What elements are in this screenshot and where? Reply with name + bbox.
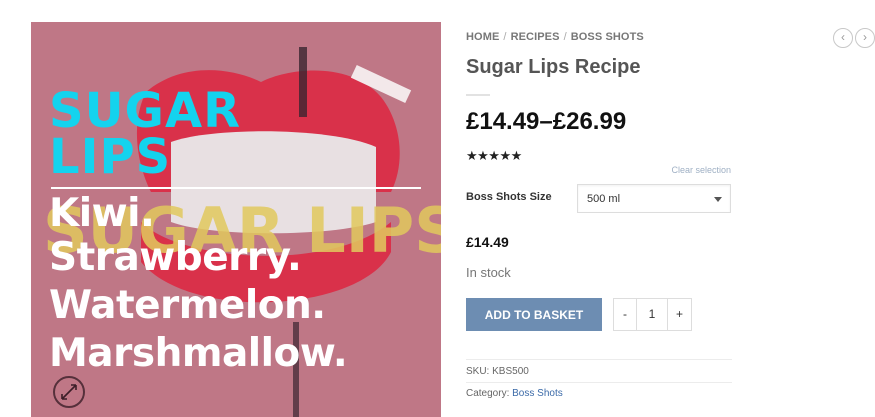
image-title-line1: SUGAR (49, 83, 242, 139)
image-flavor: Marshmallow. (49, 331, 348, 376)
title-divider (466, 94, 490, 96)
quantity-input[interactable]: 1 (636, 298, 668, 331)
product-image[interactable]: SUGAR LIPS SUGAR LIPS Kiwi. Strawberry. … (31, 22, 441, 417)
dot-column-deco (299, 47, 307, 117)
size-select[interactable]: 500 ml (577, 184, 731, 213)
quantity-minus-button[interactable]: - (613, 298, 637, 331)
breadcrumb-separator: / (503, 31, 507, 43)
image-flavor: Kiwi. (49, 191, 155, 236)
chevron-left-icon: ‹ (841, 30, 845, 44)
stock-status: In stock (466, 265, 511, 280)
variation-price: £14.49 (466, 234, 509, 250)
breadcrumb-home[interactable]: HOME (466, 31, 499, 43)
breadcrumb-boss-shots[interactable]: BOSS SHOTS (571, 31, 644, 43)
add-to-basket-button[interactable]: ADD TO BASKET (466, 298, 602, 331)
expand-icon (61, 384, 77, 400)
sku-line: SKU: KBS500 (466, 366, 529, 377)
caret-down-icon (714, 197, 722, 202)
size-select-value: 500 ml (587, 193, 621, 205)
image-divider (51, 187, 421, 189)
clear-selection-link[interactable]: Clear selection (671, 165, 731, 175)
variation-label: Boss Shots Size (466, 191, 552, 203)
meta-divider (466, 382, 732, 383)
sku-label: SKU: (466, 366, 490, 377)
breadcrumb: HOME / RECIPES / BOSS SHOTS (466, 31, 644, 43)
chevron-right-icon: › (863, 30, 867, 44)
quantity-plus-button[interactable]: + (667, 298, 692, 331)
prev-product-button[interactable]: ‹ (833, 28, 853, 48)
meta-divider (466, 359, 732, 360)
image-flavor: Watermelon. (49, 283, 326, 328)
category-line: Category: Boss Shots (466, 388, 563, 399)
category-label: Category: (466, 388, 510, 399)
image-flavor: Strawberry. (49, 235, 302, 280)
price-range: £14.49–£26.99 (466, 108, 627, 135)
category-link[interactable]: Boss Shots (512, 388, 563, 399)
image-title-line2: LIPS (49, 129, 172, 185)
sku-value: KBS500 (492, 366, 529, 377)
star-rating[interactable]: ★★★★★ (466, 148, 522, 164)
breadcrumb-recipes[interactable]: RECIPES (511, 31, 560, 43)
breadcrumb-separator: / (563, 31, 567, 43)
next-product-button[interactable]: › (855, 28, 875, 48)
product-title: Sugar Lips Recipe (466, 56, 641, 78)
zoom-button[interactable] (53, 376, 85, 408)
